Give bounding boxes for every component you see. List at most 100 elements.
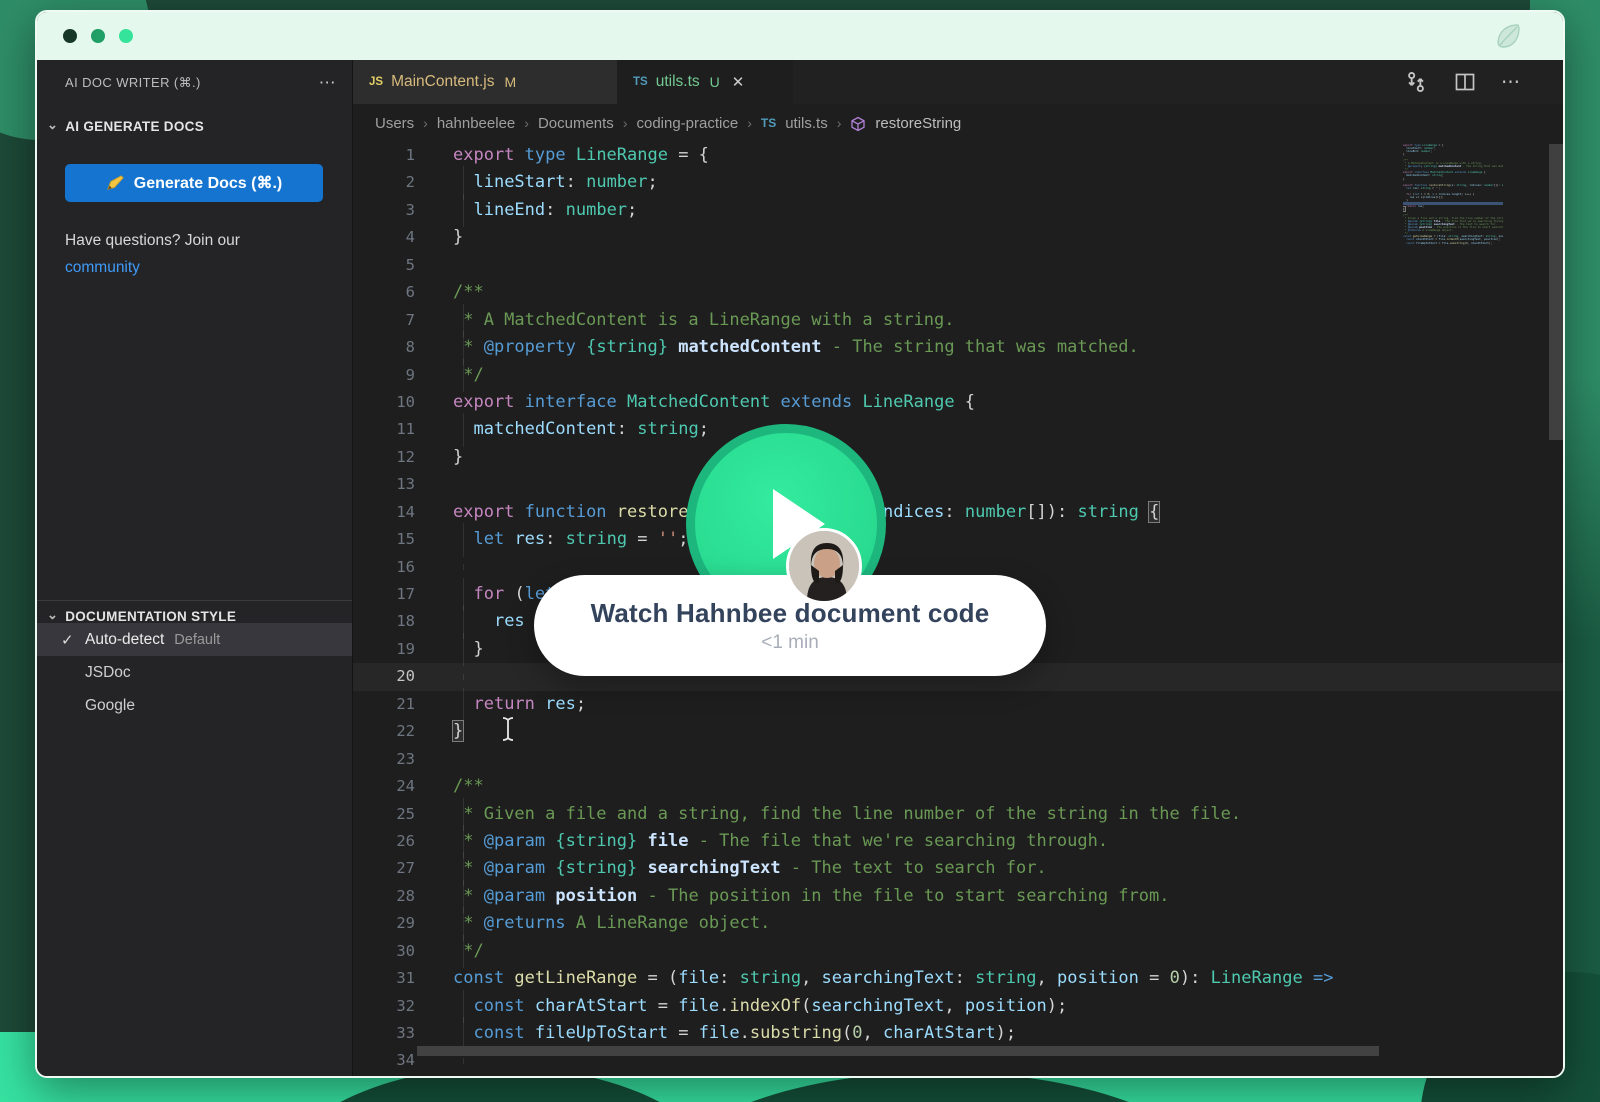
style-option-jsdoc[interactable]: JSDoc (37, 656, 352, 689)
code-line[interactable]: 7 * A MatchedContent is a LineRange with… (353, 303, 1563, 338)
traffic-light-zoom[interactable] (119, 29, 133, 43)
line-number[interactable]: 33 (353, 1020, 415, 1047)
code-line[interactable]: 3 lineEnd: number; (353, 193, 1563, 228)
section-documentation-style[interactable]: ⌄ DOCUMENTATION STYLE (47, 607, 236, 624)
code-line[interactable]: 33 const fileUpToStart = file.substring(… (353, 1016, 1563, 1051)
breadcrumb-item[interactable]: Documents (538, 115, 614, 132)
ibeam-cursor (502, 717, 514, 741)
code-line[interactable]: 24/** (353, 773, 1563, 800)
line-number[interactable]: 17 (353, 581, 415, 608)
video-card-duration: <1 min (761, 631, 819, 653)
line-number[interactable]: 19 (353, 636, 415, 663)
breadcrumb-item[interactable]: Users (375, 115, 414, 132)
code-line[interactable]: 12} (353, 444, 1563, 471)
line-number[interactable]: 16 (353, 554, 415, 581)
style-option-auto-detect[interactable]: ✓ Auto-detect Default (37, 623, 352, 656)
line-number[interactable]: 18 (353, 608, 415, 635)
line-number[interactable]: 24 (353, 773, 415, 800)
line-number[interactable]: 27 (353, 855, 415, 882)
line-number[interactable]: 25 (353, 801, 415, 828)
tab-maincontent-js[interactable]: JS MainContent.js M (353, 60, 617, 104)
line-number[interactable]: 7 (353, 307, 415, 334)
line-number[interactable]: 2 (353, 169, 415, 196)
traffic-light-minimize[interactable] (91, 29, 105, 43)
breadcrumb-item[interactable]: hahnbeelee (437, 115, 515, 132)
js-file-icon: JS (369, 76, 384, 88)
code-line[interactable]: 26 * @param {string} file - The file tha… (353, 824, 1563, 859)
code-line[interactable]: 14export function restoreString(s: strin… (353, 499, 1563, 526)
line-number[interactable]: 20 (353, 663, 415, 690)
code-line[interactable]: 22} (353, 718, 1563, 745)
more-actions-icon[interactable]: ⋯ (1501, 71, 1521, 94)
code-line[interactable]: 21 return res; (353, 687, 1563, 722)
line-number[interactable]: 26 (353, 828, 415, 855)
code-line[interactable]: 6/** (353, 279, 1563, 306)
line-number[interactable]: 22 (353, 718, 415, 745)
code-line[interactable]: 25 * Given a file and a string, find the… (353, 797, 1563, 832)
code-line[interactable]: 15 let res: string = ''; (353, 523, 1563, 558)
chevron-down-icon[interactable]: ⌄ (47, 117, 58, 133)
line-number[interactable]: 8 (353, 334, 415, 361)
chevron-down-icon[interactable]: ⌄ (47, 607, 58, 623)
code-line[interactable]: 4} (353, 224, 1563, 251)
code-line[interactable]: 31 const getLineRange = (file: string, se… (353, 965, 1563, 992)
code-line[interactable]: 10 export interface MatchedContent extend… (353, 389, 1563, 416)
code-line[interactable]: 23 (353, 746, 1563, 773)
code-line[interactable]: 30 */ (353, 934, 1563, 969)
editor-pane: JS MainContent.js M TS utils.ts U ✕ ⋯ Us… (353, 60, 1563, 1076)
tab-utils-ts[interactable]: TS utils.ts U ✕ (617, 60, 793, 104)
more-actions-icon[interactable]: ⋯ (319, 73, 336, 93)
code-line[interactable]: 32 const charAtStart = file.indexOf(sear… (353, 989, 1563, 1024)
code-line[interactable]: 9 */ (353, 358, 1563, 393)
code-line[interactable]: 1 export type LineRange = { (353, 142, 1563, 169)
tab-bar: JS MainContent.js M TS utils.ts U ✕ (353, 60, 1563, 104)
line-number[interactable]: 14 (353, 499, 415, 526)
code-line[interactable]: 27 * @param {string} searchingText - The… (353, 852, 1563, 887)
line-number[interactable]: 34 (353, 1047, 415, 1074)
line-number[interactable]: 4 (353, 224, 415, 251)
style-option-default-badge: Default (174, 631, 221, 648)
line-number[interactable]: 6 (353, 279, 415, 306)
section-ai-generate-docs[interactable]: ⌄ AI GENERATE DOCS (47, 117, 204, 134)
line-number[interactable]: 10 (353, 389, 415, 416)
watch-video-card[interactable]: Watch Hahnbee document code <1 min (534, 575, 1046, 676)
line-number[interactable]: 21 (353, 691, 415, 718)
presenter-avatar[interactable] (786, 528, 862, 604)
code-line[interactable]: 13 (353, 471, 1563, 498)
line-number[interactable]: 3 (353, 197, 415, 224)
traffic-light-close[interactable] (63, 29, 77, 43)
split-editor-icon[interactable] (1453, 70, 1477, 94)
title-bar (37, 12, 1563, 60)
line-number[interactable]: 29 (353, 910, 415, 937)
breadcrumb-item[interactable]: coding-practice (636, 115, 738, 132)
code-line[interactable]: 2 lineStart: number; (353, 166, 1563, 201)
line-number[interactable]: 23 (353, 746, 415, 773)
breadcrumb-file[interactable]: utils.ts (785, 115, 828, 132)
line-number[interactable]: 13 (353, 471, 415, 498)
line-number[interactable]: 5 (353, 252, 415, 279)
close-icon[interactable]: ✕ (732, 73, 745, 91)
style-option-google[interactable]: Google (37, 689, 352, 722)
line-number[interactable]: 31 (353, 965, 415, 992)
line-number[interactable]: 28 (353, 883, 415, 910)
open-changes-icon[interactable] (1403, 69, 1429, 95)
code-line[interactable]: 11 matchedContent: string; (353, 413, 1563, 448)
line-number[interactable]: 12 (353, 444, 415, 471)
code-line[interactable]: 28 * @param position - The position in t… (353, 879, 1563, 914)
code-line[interactable]: 29 * @returns A LineRange object. (353, 907, 1563, 942)
line-number[interactable]: 11 (353, 416, 415, 443)
generate-docs-button[interactable]: Generate Docs (⌘.) (65, 164, 323, 202)
community-link[interactable]: community (65, 259, 140, 277)
line-number[interactable]: 1 (353, 142, 415, 169)
line-number[interactable]: 15 (353, 526, 415, 553)
code-line[interactable]: 8 * @property {string} matchedContent - … (353, 331, 1563, 366)
horizontal-scrollbar-thumb[interactable] (417, 1046, 1379, 1056)
code-line[interactable]: 5 (353, 252, 1563, 279)
line-number[interactable]: 30 (353, 938, 415, 965)
line-number[interactable]: 32 (353, 993, 415, 1020)
minimap[interactable]: export type LineRange = { lineStart: num… (1403, 144, 1503, 1076)
vertical-scrollbar-thumb[interactable] (1549, 144, 1563, 440)
line-number[interactable]: 9 (353, 362, 415, 389)
breadcrumb-symbol[interactable]: restoreString (875, 115, 961, 132)
sidebar-title: AI DOC WRITER (⌘.) (65, 75, 201, 90)
